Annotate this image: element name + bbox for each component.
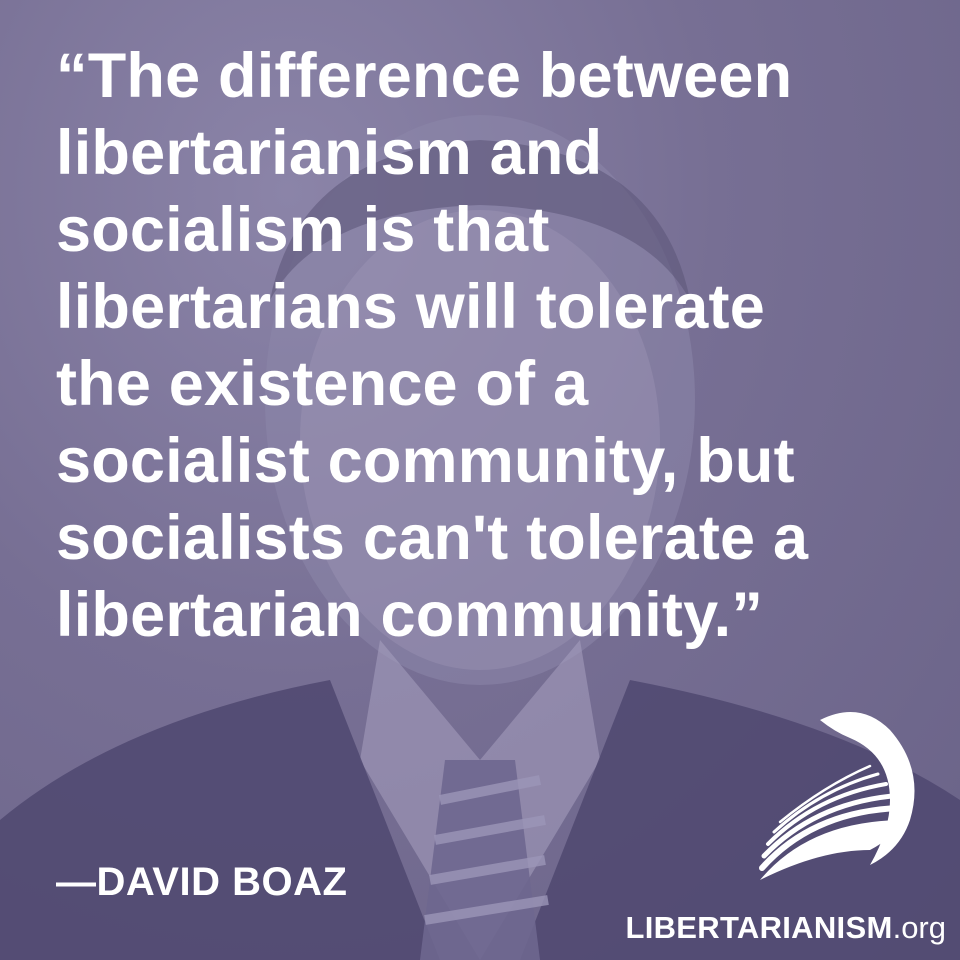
- quote-text: “The difference between libertarianism a…: [56, 38, 936, 654]
- brand-name: LIBERTARIANISM: [625, 910, 893, 945]
- quote-line: socialism is that: [56, 195, 550, 265]
- quote-line: socialists can't tolerate a: [56, 503, 809, 573]
- quote-line: the existence of a: [56, 349, 589, 419]
- brand-tld: .org: [892, 910, 946, 945]
- quote-line: libertarian community.”: [56, 580, 764, 650]
- swan-wing-logo-icon: [759, 712, 915, 880]
- quote-card: “The difference between libertarianism a…: [0, 0, 960, 960]
- quote-line: libertarians will tolerate: [56, 272, 765, 342]
- brand-wordmark: LIBERTARIANISM.org: [625, 910, 946, 946]
- quote-line: libertarianism and: [56, 118, 603, 188]
- quote-author: —DAVID BOAZ: [56, 860, 348, 904]
- quote-line: socialist community, but: [56, 426, 795, 496]
- quote-line: “The difference between: [56, 41, 793, 111]
